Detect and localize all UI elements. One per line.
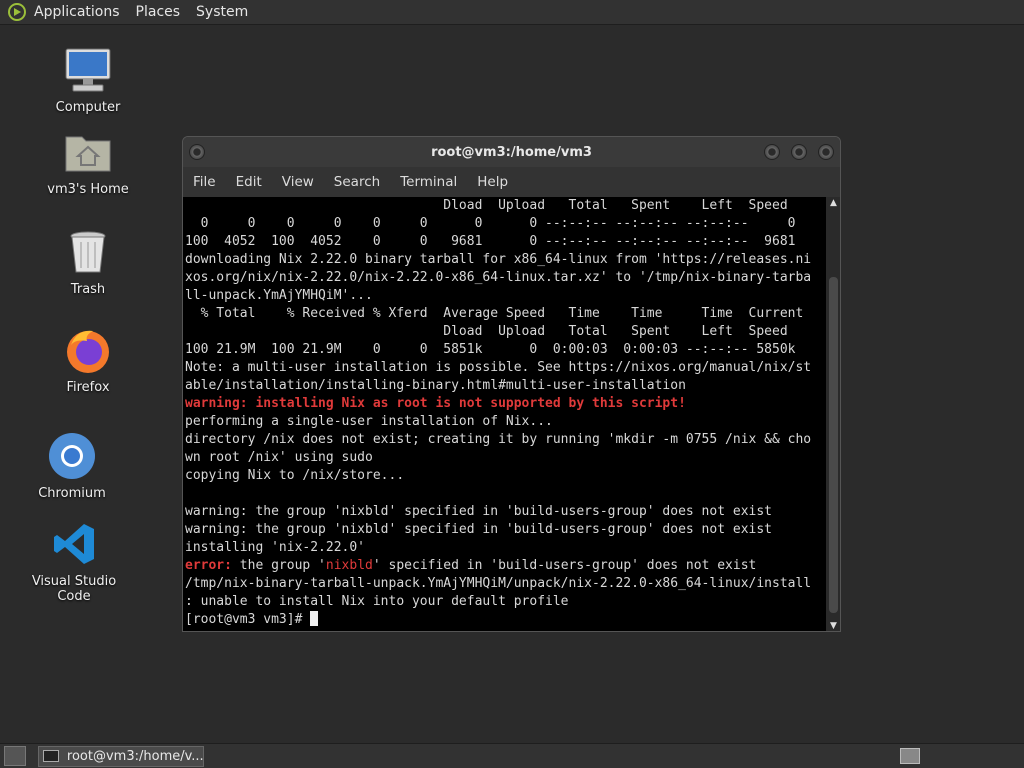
menu-help[interactable]: Help [477, 174, 508, 190]
terminal-error-line: error: the group 'nixbld' specified in '… [185, 557, 826, 575]
menu-file[interactable]: File [193, 174, 216, 190]
firefox-icon [62, 324, 114, 376]
error-text: ' specified in 'build-users-group' does … [372, 558, 757, 573]
terminal-line: installing 'nix-2.22.0' [185, 540, 366, 555]
text-cursor [310, 611, 319, 626]
desktop-icon-chromium[interactable]: Chromium [12, 430, 132, 501]
terminal-line: % Total % Received % Xferd Average Speed… [185, 306, 804, 321]
scroll-down-arrow-icon[interactable]: ▼ [826, 620, 840, 631]
menu-view[interactable]: View [282, 174, 314, 190]
desktop-icon-home[interactable]: vm3's Home [28, 126, 148, 197]
minimize-button[interactable] [764, 144, 780, 160]
desktop-icon-label: Visual Studio Code [31, 574, 117, 604]
error-prefix: error: [185, 558, 232, 573]
distro-logo-icon[interactable] [6, 1, 28, 23]
terminal-line: warning: the group 'nixbld' specified in… [185, 522, 772, 537]
window-menu-button[interactable] [189, 144, 205, 160]
chromium-icon [46, 430, 98, 482]
computer-icon [62, 44, 114, 96]
terminal-titlebar[interactable]: root@vm3:/home/vm3 [183, 137, 840, 167]
desktop-icon-label: Computer [55, 100, 121, 115]
bottom-panel: root@vm3:/home/v... [0, 743, 1024, 768]
desktop-icon-label: Trash [70, 282, 106, 297]
terminal-line: downloading Nix 2.22.0 binary tarball fo… [185, 252, 812, 267]
show-desktop-button[interactable] [4, 746, 26, 766]
terminal-prompt-line[interactable]: [root@vm3 vm3]# [185, 611, 826, 629]
desktop-icon-label: Chromium [38, 486, 106, 501]
window-title: root@vm3:/home/vm3 [431, 144, 592, 160]
terminal-line: Dload Upload Total Spent Left Speed [185, 324, 788, 339]
desktop-icon-label: vm3's Home [47, 182, 129, 197]
home-folder-icon [62, 126, 114, 178]
scrollbar-thumb[interactable] [829, 277, 838, 613]
shell-prompt: [root@vm3 vm3]# [185, 612, 311, 627]
workspace-switcher[interactable] [900, 748, 920, 764]
desktop-icon-trash[interactable]: Trash [28, 226, 148, 297]
terminal-line: directory /nix does not exist; creating … [185, 432, 812, 447]
menu-places[interactable]: Places [136, 4, 181, 20]
menu-search[interactable]: Search [334, 174, 380, 190]
terminal-output[interactable]: Dload Upload Total Spent Left Speed 0 0 … [183, 197, 826, 631]
taskbar-label: root@vm3:/home/v... [66, 748, 203, 764]
vscode-icon [48, 518, 100, 570]
terminal-line: Dload Upload Total Spent Left Speed [185, 198, 788, 213]
error-text: the group ' [231, 558, 326, 573]
terminal-warning-line: warning: installing Nix as root is not s… [185, 396, 686, 411]
terminal-line: ll-unpack.YmAjYMHQiM'... [185, 288, 373, 303]
terminal-line: : unable to install Nix into your defaul… [185, 594, 569, 609]
desktop-icon-firefox[interactable]: Firefox [28, 324, 148, 395]
desktop-icon-label: Firefox [66, 380, 110, 395]
trash-icon [62, 226, 114, 278]
terminal-line: warning: the group 'nixbld' specified in… [185, 504, 772, 519]
terminal-line: /tmp/nix-binary-tarball-unpack.YmAjYMHQi… [185, 576, 812, 591]
terminal-scrollbar[interactable]: ▲ ▼ [826, 197, 840, 631]
close-button[interactable] [818, 144, 834, 160]
menu-terminal[interactable]: Terminal [400, 174, 457, 190]
menu-system[interactable]: System [196, 4, 248, 20]
menu-edit[interactable]: Edit [236, 174, 262, 190]
top-panel: Applications Places System [0, 0, 1024, 25]
taskbar-terminal-button[interactable]: root@vm3:/home/v... [38, 745, 204, 767]
terminal-line: performing a single-user installation of… [185, 414, 553, 429]
menu-applications[interactable]: Applications [34, 4, 120, 20]
terminal-line: copying Nix to /nix/store... [185, 468, 405, 483]
desktop-icon-vscode[interactable]: Visual Studio Code [14, 518, 134, 604]
terminal-line: wn root /nix' using sudo [185, 450, 373, 465]
terminal-line: 100 21.9M 100 21.9M 0 0 5851k 0 0:00:03 … [185, 342, 796, 357]
scroll-up-arrow-icon[interactable]: ▲ [826, 197, 840, 209]
terminal-line: 100 4052 100 4052 0 0 9681 0 --:--:-- --… [185, 234, 796, 249]
terminal-line: able/installation/installing-binary.html… [185, 378, 686, 393]
terminal-menubar: File Edit View Search Terminal Help [183, 167, 840, 197]
terminal-line: 0 0 0 0 0 0 0 0 --:--:-- --:--:-- --:--:… [185, 216, 796, 231]
error-highlight: nixbld [325, 558, 373, 573]
terminal-line: xos.org/nix/nix-2.22.0/nix-2.22.0-x86_64… [185, 270, 812, 285]
desktop-icon-computer[interactable]: Computer [28, 44, 148, 115]
terminal-line: Note: a multi-user installation is possi… [185, 360, 812, 375]
terminal-window[interactable]: root@vm3:/home/vm3 File Edit View Search… [182, 136, 841, 632]
maximize-button[interactable] [791, 144, 807, 160]
terminal-icon [43, 750, 59, 762]
